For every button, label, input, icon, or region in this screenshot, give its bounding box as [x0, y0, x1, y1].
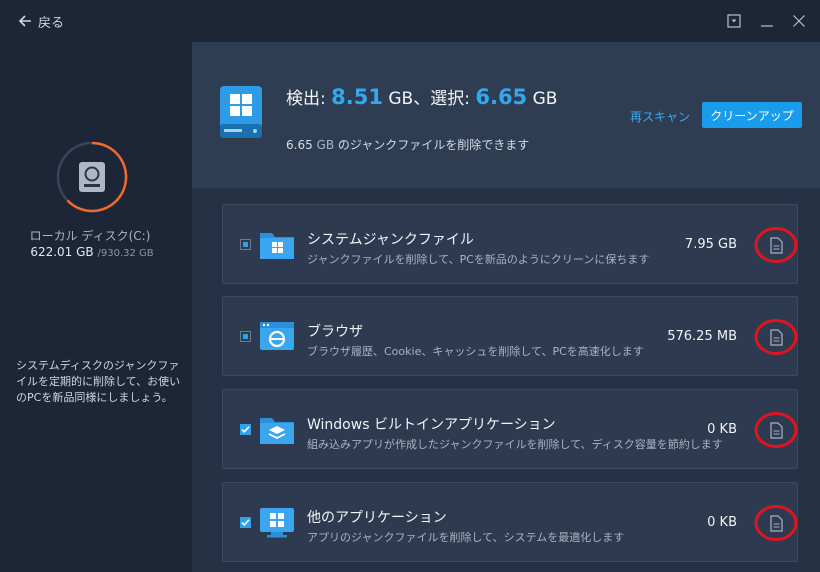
folder-windows-icon	[260, 233, 294, 259]
category-checkbox[interactable]	[240, 517, 251, 528]
category-card-windows-builtin-apps: Windows ビルトインアプリケーション 組み込みアプリが作成したジャンクファ…	[222, 389, 798, 469]
category-description: アプリのジャンクファイルを削除して、システムを最適化します	[307, 531, 625, 544]
browser-icon	[260, 322, 294, 350]
category-card-browser: ブラウザ ブラウザ履歴、Cookie、キャッシュを削除して、PCを高速化します …	[222, 296, 798, 376]
category-size: 0 KB	[707, 515, 737, 530]
minimize-button[interactable]	[756, 10, 778, 32]
title-bar: 戻る	[0, 0, 820, 42]
details-document-button[interactable]	[753, 503, 799, 543]
windows-drive-icon	[220, 86, 262, 138]
disk-usage-ring	[56, 141, 128, 213]
minimize-icon	[761, 25, 773, 27]
document-icon	[770, 422, 783, 439]
selected-unit: GB	[527, 89, 558, 109]
category-title: システムジャンクファイル	[307, 232, 474, 248]
folder-layers-icon	[260, 418, 294, 444]
close-button[interactable]	[788, 10, 810, 32]
scan-summary: 検出: 8.51 GB、選択: 6.65 GB 6.65 GB のジャンクファイ…	[192, 42, 820, 188]
drive-used: 622.01 GB	[30, 245, 94, 259]
category-title: ブラウザ	[307, 324, 363, 340]
monitor-apps-icon	[260, 508, 294, 538]
category-size: 7.95 GB	[684, 237, 737, 252]
back-button[interactable]: 戻る	[18, 12, 65, 31]
document-icon	[770, 515, 783, 532]
selected-value: 6.65	[475, 85, 528, 109]
category-card-other-apps: 他のアプリケーション アプリのジャンクファイルを削除して、システムを最適化します…	[222, 482, 798, 562]
dropdown-icon	[727, 14, 741, 28]
category-card-system-junk: システムジャンクファイル ジャンクファイルを削除して、PCを新品のようにクリーン…	[222, 204, 798, 284]
category-checkbox[interactable]	[240, 239, 251, 250]
details-document-button[interactable]	[753, 410, 799, 450]
checkmark-icon	[241, 426, 250, 433]
sidebar: ローカル ディスク(C:) 622.01 GB /930.32 GB システムデ…	[0, 42, 192, 572]
detected-label: 検出:	[286, 89, 332, 109]
category-title: Windows ビルトインアプリケーション	[307, 417, 556, 433]
document-icon	[770, 329, 783, 346]
deletable-summary: 6.65 GB のジャンクファイルを削除できます	[286, 136, 529, 153]
category-size: 576.25 MB	[667, 329, 737, 344]
category-size: 0 KB	[707, 422, 737, 437]
drive-usage: 622.01 GB /930.32 GB	[0, 245, 184, 259]
details-document-button[interactable]	[753, 317, 799, 357]
details-document-button[interactable]	[753, 225, 799, 265]
deletable-unit: GB	[312, 138, 338, 152]
deletable-text: のジャンクファイルを削除できます	[337, 138, 530, 152]
arrow-left-icon	[18, 15, 31, 27]
rescan-link[interactable]: 再スキャン	[630, 108, 690, 125]
selected-label: 選択:	[430, 89, 476, 109]
scan-headline: 検出: 8.51 GB、選択: 6.65 GB	[286, 84, 557, 109]
cleanup-button[interactable]: クリーンアップ	[702, 102, 802, 128]
menu-dropdown-button[interactable]	[723, 10, 745, 32]
close-icon	[793, 15, 805, 27]
category-description: ジャンクファイルを削除して、PCを新品のようにクリーンに保ちます	[307, 253, 650, 266]
sidebar-description: システムディスクのジャンクファイルを定期的に削除して、お使いのPCを新品同様にし…	[16, 359, 181, 404]
category-description: ブラウザ履歴、Cookie、キャッシュを削除して、PCを高速化します	[307, 345, 644, 358]
category-description: 組み込みアプリが作成したジャンクファイルを削除して、ディスク容量を節約します	[307, 438, 723, 451]
back-label: 戻る	[38, 15, 65, 31]
hard-drive-icon	[79, 162, 105, 192]
drive-total: /930.32 GB	[97, 248, 154, 259]
category-title: 他のアプリケーション	[307, 510, 447, 526]
detected-unit: GB、	[382, 89, 431, 109]
document-icon	[770, 237, 783, 254]
main-panel: 検出: 8.51 GB、選択: 6.65 GB 6.65 GB のジャンクファイ…	[192, 42, 820, 572]
category-checkbox[interactable]	[240, 424, 251, 435]
deletable-value: 6.65	[286, 138, 313, 152]
category-checkbox[interactable]	[240, 331, 251, 342]
checkmark-icon	[241, 519, 250, 526]
detected-value: 8.51	[331, 85, 383, 109]
drive-name: ローカル ディスク(C:)	[29, 229, 151, 243]
